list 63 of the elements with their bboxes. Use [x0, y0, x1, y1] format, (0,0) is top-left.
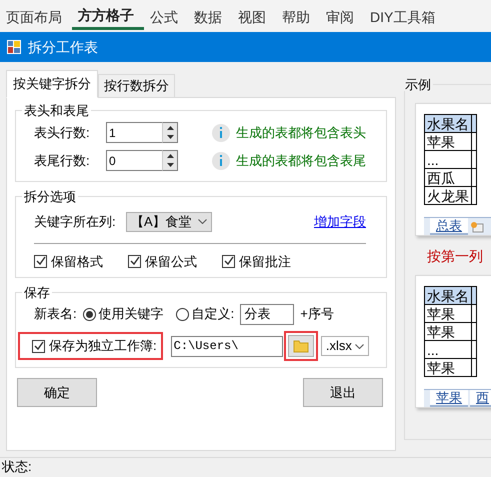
checkbox[interactable]: 保留批注 [222, 252, 291, 271]
ribbon-tab[interactable]: 公式 [144, 0, 188, 30]
ribbon-tab[interactable]: 帮助 [276, 0, 320, 30]
window-title: 拆分工作表 [28, 38, 98, 56]
checkmark-icon [36, 256, 46, 266]
column-dropdown[interactable]: 【A】食堂 [126, 212, 212, 232]
caret-icon [354, 344, 364, 348]
hint-text: 生成的表都将包含表尾 [236, 152, 366, 170]
table-cell: 水果名 [424, 114, 472, 132]
radio-button[interactable]: 自定义: [176, 304, 234, 324]
field-label: 新表名: [34, 305, 77, 324]
spin-up-icon[interactable] [163, 151, 177, 160]
sheet-tab[interactable]: 总表 [430, 218, 468, 235]
info-icon [212, 124, 230, 142]
number-field[interactable]: 0 [106, 150, 162, 171]
spin-up-icon[interactable] [163, 123, 177, 132]
name-field[interactable]: 分表 [240, 304, 294, 324]
field-label: 关键字所在列: [34, 212, 117, 231]
dialog-button[interactable]: 退出 [303, 378, 383, 407]
table-cell: 西瓜 [424, 168, 472, 186]
checkmark-icon [130, 256, 140, 266]
hint-text: 生成的表都将包含表头 [236, 124, 366, 142]
suffix-text: +序号 [300, 305, 334, 324]
table-cell: ... [424, 150, 472, 168]
add-field-link[interactable]: 增加字段 [314, 212, 366, 232]
group-title: 表头和表尾 [23, 104, 90, 116]
checkbox[interactable]: 保留公式 [128, 252, 222, 271]
ribbon-tab[interactable]: 页面布局 [0, 0, 72, 30]
ribbon-tab[interactable]: 审阅 [320, 0, 364, 30]
status-label: 状态: [2, 458, 32, 476]
number-field[interactable]: 1 [106, 122, 162, 143]
tab[interactable]: 按行数拆分 [98, 74, 175, 98]
ribbon-tab[interactable]: 数据 [188, 0, 232, 30]
app-icon [6, 39, 22, 55]
sheet-tab[interactable]: 苹果 [430, 390, 468, 407]
ribbon-tab[interactable]: DIY工具箱 [364, 0, 446, 30]
caption-text: 按第一列 [427, 247, 484, 266]
folder-icon [292, 339, 309, 353]
checkbox[interactable]: 保留格式 [34, 252, 128, 271]
group-title: 拆分选项 [23, 190, 77, 202]
checkmark-icon [34, 341, 44, 351]
checkmark-icon [224, 256, 234, 266]
table-cell: 苹果 [424, 304, 472, 322]
radio-button[interactable]: 使用关键字 [82, 304, 164, 324]
table-cell: 水果名 [424, 286, 472, 304]
sheet-tab[interactable]: 西 [470, 390, 491, 407]
path-field[interactable]: C:\Users\ [170, 336, 283, 356]
dialog-button[interactable]: 确定 [17, 378, 97, 407]
table-cell: 苹果 [424, 132, 472, 150]
tab[interactable]: 按关键字拆分 [6, 70, 98, 98]
group-title: 保存 [23, 286, 51, 299]
field-label: 表尾行数: [34, 152, 91, 170]
group-title: 示例 [405, 79, 432, 91]
table-cell: ... [424, 340, 472, 358]
table-cell: 苹果 [424, 322, 472, 340]
checkbox[interactable]: 保存为独立工作簿: [32, 336, 157, 356]
table-cell: 苹果 [424, 358, 472, 376]
extension-dropdown[interactable]: .xlsx [320, 336, 369, 356]
table-cell: 火龙果 [424, 186, 472, 204]
caret-icon [198, 219, 207, 224]
ribbon-tab[interactable]: 视图 [232, 0, 276, 30]
field-label: 表头行数: [34, 124, 91, 142]
info-icon [212, 152, 230, 170]
